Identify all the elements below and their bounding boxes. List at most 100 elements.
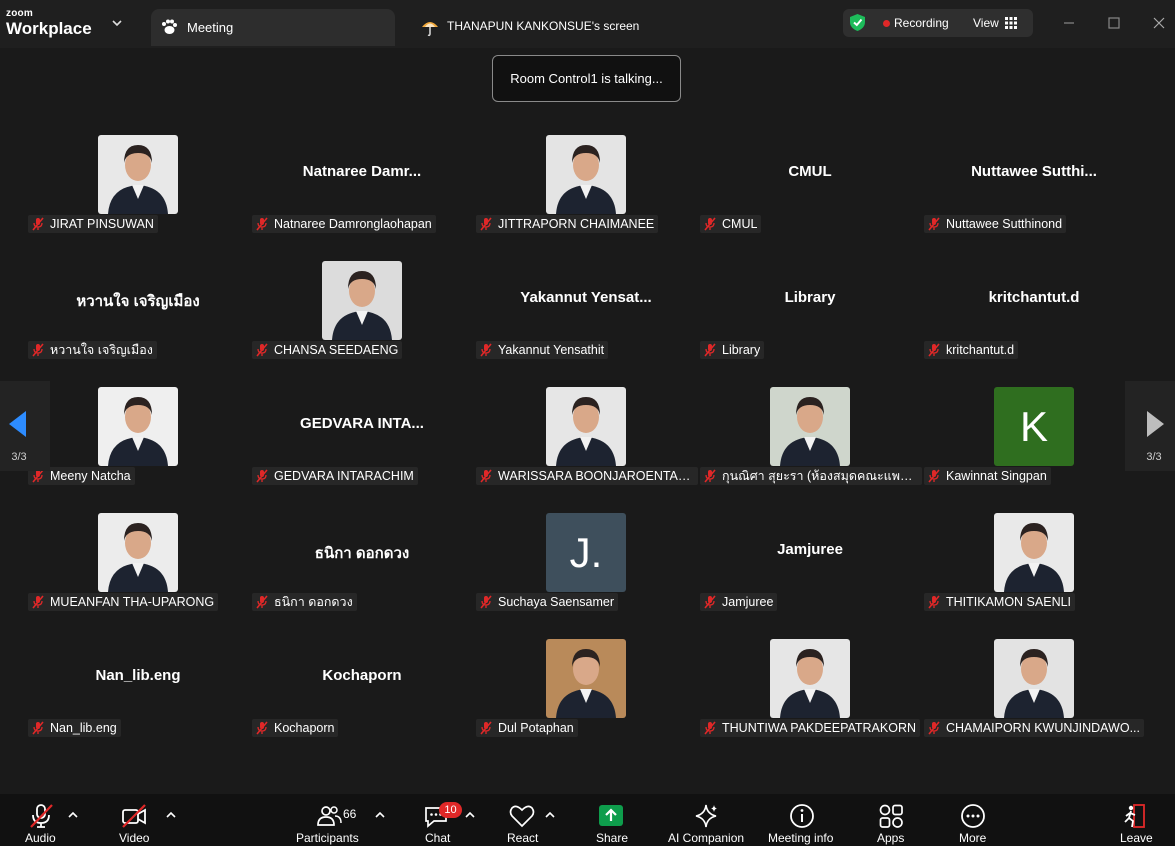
apps-icon xyxy=(879,804,903,828)
zoom-workplace-logo[interactable]: zoom Workplace xyxy=(6,9,92,38)
participant-tile[interactable]: CMUL CMUL xyxy=(700,131,920,253)
react-button[interactable]: React xyxy=(505,794,545,846)
participant-name: Natnaree Damronglaohapan xyxy=(274,217,432,231)
participant-tile[interactable]: Library Library xyxy=(700,257,920,379)
video-label: Video xyxy=(119,831,150,845)
participant-tile[interactable]: กุนณิศา สุยะรา (ห้องสมุดคณะแพทย์ ม... xyxy=(700,383,922,505)
participant-name: Meeny Natcha xyxy=(50,469,131,483)
participant-name: กุนณิศา สุยะรา (ห้องสมุดคณะแพทย์ ม... xyxy=(722,469,918,483)
participant-display-name: Nan_lib.eng xyxy=(95,667,181,684)
audio-options-caret-icon[interactable] xyxy=(67,809,79,821)
participant-avatar xyxy=(546,135,626,214)
participant-tile[interactable]: Meeny Natcha xyxy=(28,383,248,505)
zoom-window: zoom Workplace Meeting THANAPUN KANKONSU… xyxy=(0,0,1175,846)
participant-avatar xyxy=(98,513,178,592)
participant-display-name: Natnaree Damr... xyxy=(302,163,422,180)
minimize-icon[interactable] xyxy=(1059,13,1079,33)
view-button[interactable]: View xyxy=(973,16,999,30)
participant-name-tag: Natnaree Damronglaohapan xyxy=(252,215,436,233)
participant-display-name: Library xyxy=(784,289,836,306)
microphone-muted-icon xyxy=(704,721,716,735)
participant-avatar xyxy=(546,639,626,718)
participant-tile[interactable]: GEDVARA INTA... GEDVARA INTARACHIM xyxy=(252,383,472,505)
participant-tile[interactable]: Dul Potaphan xyxy=(476,635,696,757)
previous-page-button[interactable]: 3/3 xyxy=(0,381,50,471)
grid-view-icon[interactable] xyxy=(1005,17,1017,29)
participant-tile[interactable]: หวานใจ เจริญเมือง หวานใจ เจริญเมือง xyxy=(28,257,248,379)
participant-photo xyxy=(98,135,178,214)
participant-name-tag: Kawinnat Singpan xyxy=(924,467,1051,485)
video-button[interactable]: Video xyxy=(115,794,155,846)
participant-name-tag: Nuttawee Sutthinond xyxy=(924,215,1067,233)
ai-companion-button[interactable]: AI Companion xyxy=(666,794,746,846)
recording-label[interactable]: Recording xyxy=(894,16,949,30)
meeting-info-button[interactable]: Meeting info xyxy=(766,794,838,846)
next-page-button[interactable]: 3/3 xyxy=(1125,381,1175,471)
participant-tile[interactable]: CHANSA SEEDAENG xyxy=(252,257,472,379)
microphone-muted-icon xyxy=(480,469,492,483)
participant-name-tag: GEDVARA INTARACHIM xyxy=(252,467,418,485)
participant-tile[interactable]: K Kawinnat Singpan xyxy=(924,383,1144,505)
close-icon[interactable] xyxy=(1149,13,1169,33)
share-label: Share xyxy=(596,831,629,845)
more-button[interactable]: More xyxy=(956,794,992,846)
video-options-caret-icon[interactable] xyxy=(165,809,177,821)
react-label: React xyxy=(507,831,539,845)
participants-count: 66 xyxy=(343,807,357,821)
participant-tile[interactable]: Yakannut Yensat... Yakannut Yensathit xyxy=(476,257,696,379)
shield-check-icon[interactable] xyxy=(849,13,866,32)
participant-tile[interactable]: JIRAT PINSUWAN xyxy=(28,131,248,253)
more-label: More xyxy=(959,831,987,845)
audio-label: Audio xyxy=(25,831,56,845)
apps-button[interactable]: Apps xyxy=(874,794,910,846)
microphone-muted-icon xyxy=(256,721,268,735)
participant-name-tag: JIRAT PINSUWAN xyxy=(28,215,158,233)
participant-tile[interactable]: Nuttawee Sutthi... Nuttawee Sutthinond xyxy=(924,131,1144,253)
participant-tile[interactable]: THITIKAMON SAENLI xyxy=(924,509,1144,631)
participant-tile[interactable]: THUNTIWA PAKDEEPATRAKORN xyxy=(700,635,921,757)
participant-tile[interactable]: Natnaree Damr... Natnaree Damronglaohapan xyxy=(252,131,472,253)
participant-photo xyxy=(322,261,402,340)
microphone-muted-icon xyxy=(256,595,268,609)
participant-tile[interactable]: WARISSARA BOONJAROENTANG... xyxy=(476,383,698,505)
participants-label: Participants xyxy=(296,831,359,845)
participant-avatar xyxy=(770,387,850,466)
participant-photo xyxy=(546,135,626,214)
participant-name: CHANSA SEEDAENG xyxy=(274,343,399,357)
participant-avatar xyxy=(994,639,1074,718)
participant-name: CMUL xyxy=(722,217,758,231)
react-options-caret-icon[interactable] xyxy=(544,809,556,821)
participant-tile[interactable]: CHAMAIPORN KWUNJINDAWO... xyxy=(924,635,1144,757)
arrow-right-icon xyxy=(1147,411,1164,437)
leave-button[interactable]: Leave xyxy=(1117,794,1157,846)
participant-display-name: Nuttawee Sutthi... xyxy=(971,163,1097,180)
microphone-muted-icon xyxy=(32,595,44,609)
participant-photo xyxy=(98,387,178,466)
microphone-muted-icon xyxy=(32,721,44,735)
participant-tile[interactable]: J. Suchaya Saensamer xyxy=(476,509,696,631)
chat-options-caret-icon[interactable] xyxy=(464,809,476,821)
meeting-info-label: Meeting info xyxy=(768,831,834,845)
share-button[interactable]: Share xyxy=(594,794,634,846)
participants-options-caret-icon[interactable] xyxy=(374,809,386,821)
maximize-icon[interactable] xyxy=(1104,13,1124,33)
microphone-muted-icon xyxy=(928,721,940,735)
participant-tile[interactable]: JITTRAPORN CHAIMANEE xyxy=(476,131,696,253)
participant-name-tag: MUEANFAN THA-UPARONG xyxy=(28,593,219,611)
participant-tile[interactable]: ธนิกา ดอกดวง ธนิกา ดอกดวง xyxy=(252,509,472,631)
participant-tile[interactable]: Kochaporn Kochaporn xyxy=(252,635,472,757)
participant-name: kritchantut.d xyxy=(946,343,1015,357)
chat-label: Chat xyxy=(425,831,451,845)
participant-tile[interactable]: MUEANFAN THA-UPARONG xyxy=(28,509,248,631)
audio-button[interactable]: Audio xyxy=(22,794,62,846)
tab-meeting-label: Meeting xyxy=(187,20,234,35)
participant-tile[interactable]: Jamjuree Jamjuree xyxy=(700,509,920,631)
tab-meeting[interactable]: Meeting xyxy=(151,9,395,46)
chevron-down-icon[interactable] xyxy=(110,16,124,30)
participant-tile[interactable]: Nan_lib.eng Nan_lib.eng xyxy=(28,635,248,757)
participant-name: WARISSARA BOONJAROENTANG... xyxy=(498,469,694,483)
participant-name-tag: Yakannut Yensathit xyxy=(476,341,609,359)
participant-photo xyxy=(770,387,850,466)
sparkle-icon xyxy=(695,804,717,828)
participant-tile[interactable]: kritchantut.d kritchantut.d xyxy=(924,257,1144,379)
